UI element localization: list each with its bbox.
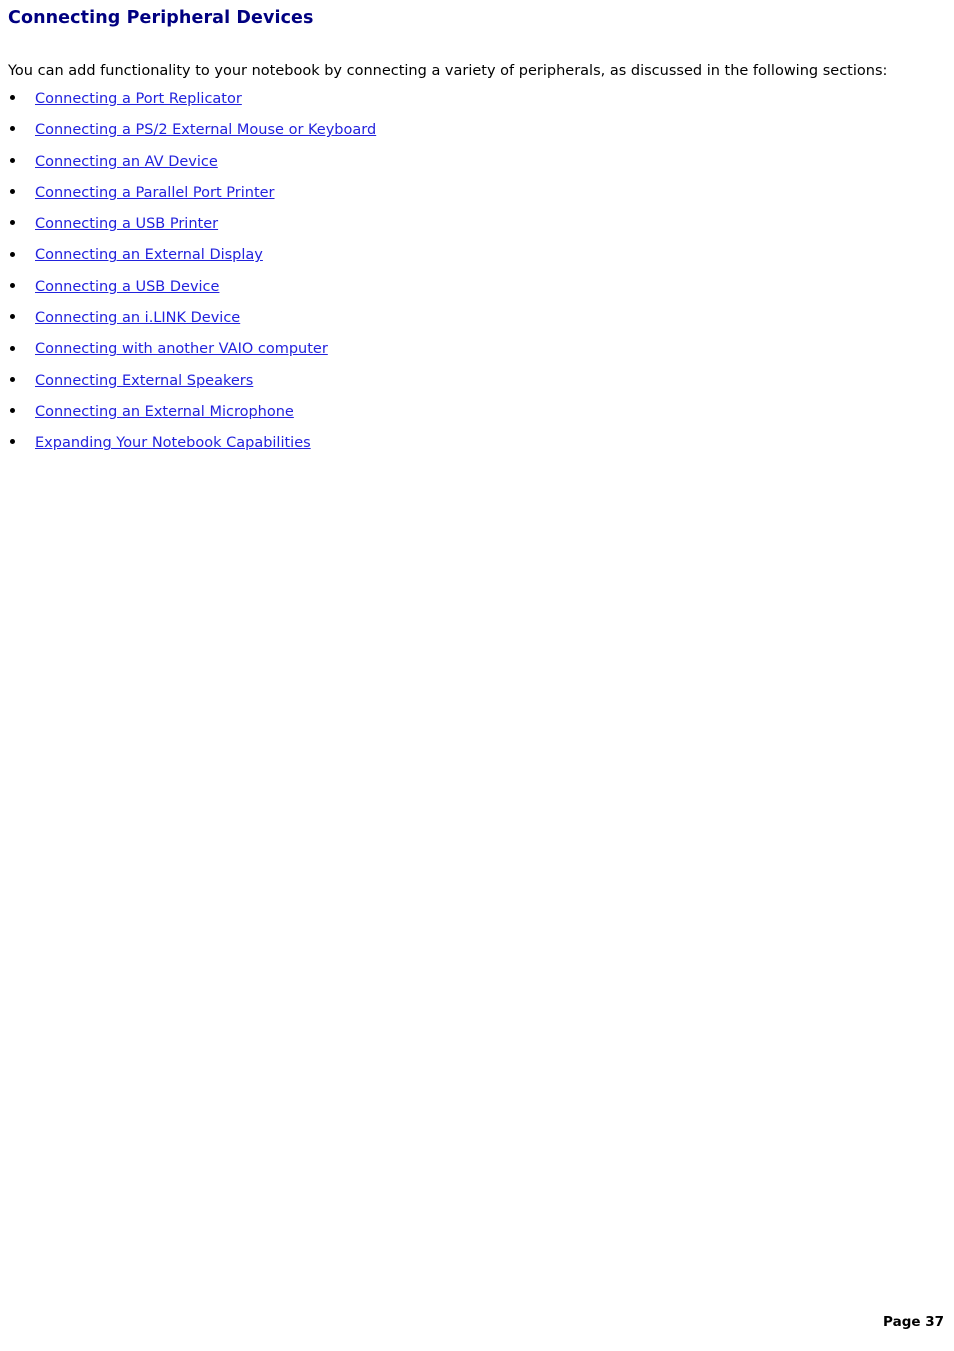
bullet-icon (10, 95, 15, 101)
list-item: Connecting an i.LINK Device (0, 301, 954, 332)
bullet-icon (10, 282, 15, 288)
bullet-icon (10, 189, 15, 195)
intro-paragraph: You can add functionality to your notebo… (8, 62, 888, 79)
page-title: Connecting Peripheral Devices (8, 8, 314, 28)
section-link-ilink-device[interactable]: Connecting an i.LINK Device (35, 310, 240, 326)
section-link-another-vaio-computer[interactable]: Connecting with another VAIO computer (35, 341, 328, 357)
list-item: Connecting a USB Device (0, 270, 954, 301)
section-link-external-display[interactable]: Connecting an External Display (35, 247, 263, 263)
list-item: Connecting a Parallel Port Printer (0, 176, 954, 207)
section-link-external-speakers[interactable]: Connecting External Speakers (35, 373, 253, 389)
list-item: Connecting External Speakers (0, 364, 954, 395)
bullet-icon (10, 376, 15, 382)
section-link-parallel-port-printer[interactable]: Connecting a Parallel Port Printer (35, 185, 275, 201)
list-item: Connecting an AV Device (0, 145, 954, 176)
bullet-icon (10, 157, 15, 163)
section-link-ps2-mouse-keyboard[interactable]: Connecting a PS/2 External Mouse or Keyb… (35, 122, 376, 138)
list-item: Connecting a USB Printer (0, 207, 954, 238)
list-item: Connecting an External Display (0, 238, 954, 269)
section-link-external-microphone[interactable]: Connecting an External Microphone (35, 404, 294, 420)
page-number-footer: Page 37 (883, 1314, 944, 1330)
section-link-list: Connecting a Port Replicator Connecting … (0, 82, 954, 458)
bullet-icon (10, 408, 15, 414)
list-item: Connecting with another VAIO computer (0, 332, 954, 363)
bullet-icon (10, 220, 15, 226)
bullet-icon (10, 345, 15, 351)
list-item: Expanding Your Notebook Capabilities (0, 426, 954, 457)
section-link-av-device[interactable]: Connecting an AV Device (35, 154, 218, 170)
section-link-port-replicator[interactable]: Connecting a Port Replicator (35, 91, 242, 107)
section-link-usb-device[interactable]: Connecting a USB Device (35, 279, 219, 295)
bullet-icon (10, 314, 15, 320)
section-link-expanding-capabilities[interactable]: Expanding Your Notebook Capabilities (35, 435, 311, 451)
bullet-icon (10, 126, 15, 132)
list-item: Connecting an External Microphone (0, 395, 954, 426)
list-item: Connecting a Port Replicator (0, 82, 954, 113)
bullet-icon (10, 439, 15, 445)
bullet-icon (10, 251, 15, 257)
list-item: Connecting a PS/2 External Mouse or Keyb… (0, 113, 954, 144)
section-link-usb-printer[interactable]: Connecting a USB Printer (35, 216, 218, 232)
document-page: Connecting Peripheral Devices You can ad… (0, 0, 954, 1351)
